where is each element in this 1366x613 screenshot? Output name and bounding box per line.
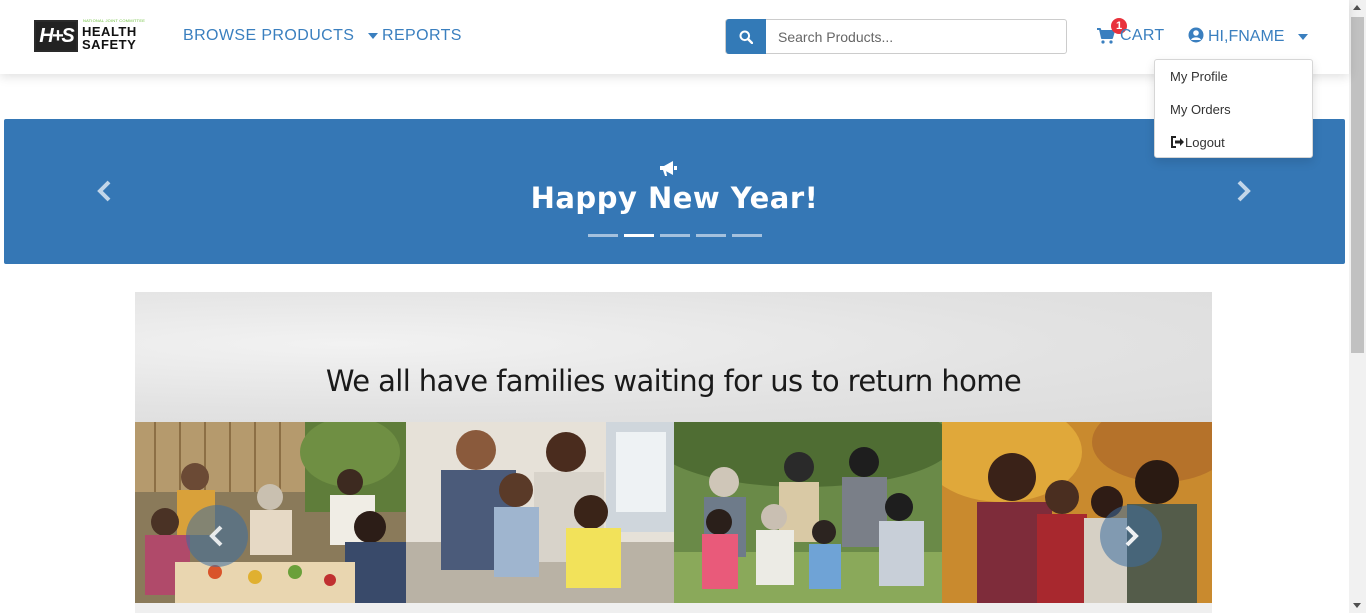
site-logo[interactable]: H+S NATIONAL JOINT COMMITTEE HEALTH SAFE… <box>34 18 154 54</box>
carousel-indicator-active[interactable] <box>624 234 654 237</box>
hero-image-slider: We all have families waiting for us to r… <box>135 292 1212 613</box>
announcement-carousel: Happy New Year! <box>4 119 1345 264</box>
cart-label: CART <box>1120 27 1165 44</box>
page-scrollbar[interactable] <box>1349 0 1366 613</box>
logo-badge: H+S <box>34 20 78 52</box>
logo-line-2: SAFETY <box>82 37 137 52</box>
family-photo-4 <box>942 422 1212 603</box>
menu-item-my-profile[interactable]: My Profile <box>1170 69 1228 84</box>
hero-tagline: We all have families waiting for us to r… <box>325 364 1022 398</box>
carousel-next-arrow[interactable] <box>1233 179 1253 203</box>
user-circle-icon <box>1188 27 1204 43</box>
family-photo-3 <box>674 422 942 603</box>
nav-reports[interactable]: REPORTS <box>382 27 462 45</box>
nav-browse-products-label: BROWSE PRODUCTS <box>183 27 355 44</box>
carousel-indicator[interactable] <box>732 234 762 237</box>
carousel-indicator[interactable] <box>696 234 726 237</box>
carousel-indicator[interactable] <box>660 234 690 237</box>
chevron-left-icon <box>209 525 223 547</box>
user-menu-toggle[interactable]: HI,FNAME <box>1188 27 1309 46</box>
hero-next-button[interactable] <box>1100 505 1162 567</box>
scroll-up-arrow-icon[interactable] <box>1353 5 1361 10</box>
hero-header-area <box>135 292 1212 422</box>
search-input[interactable] <box>766 20 1066 53</box>
user-dropdown-menu: My Profile My Orders Logout <box>1154 59 1313 158</box>
hero-prev-button[interactable] <box>186 505 248 567</box>
search-bar <box>725 19 1067 54</box>
nav-browse-products[interactable]: BROWSE PRODUCTS <box>183 27 379 45</box>
sign-out-icon <box>1171 136 1184 148</box>
family-photo-1 <box>135 422 406 603</box>
banner-title: Happy New Year! <box>530 181 819 215</box>
carousel-indicators <box>588 234 762 237</box>
logo-subtitle: NATIONAL JOINT COMMITTEE <box>83 18 146 23</box>
chevron-down-icon <box>1298 33 1309 40</box>
menu-item-my-orders[interactable]: My Orders <box>1170 102 1231 117</box>
megaphone-icon <box>660 161 677 176</box>
logout-label: Logout <box>1185 135 1225 150</box>
chevron-right-icon <box>1125 525 1139 547</box>
scrollbar-thumb[interactable] <box>1351 17 1364 353</box>
scroll-down-arrow-icon[interactable] <box>1353 603 1361 608</box>
site-header: H+S NATIONAL JOINT COMMITTEE HEALTH SAFE… <box>0 0 1349 74</box>
user-greeting: HI,FNAME <box>1208 28 1285 45</box>
hero-footer-strip <box>135 603 1212 613</box>
search-button[interactable] <box>726 19 766 54</box>
menu-item-logout[interactable]: Logout <box>1170 135 1225 150</box>
family-photo-2 <box>406 422 674 603</box>
chevron-down-icon <box>368 32 379 39</box>
search-icon <box>739 30 753 44</box>
carousel-indicator[interactable] <box>588 234 618 237</box>
